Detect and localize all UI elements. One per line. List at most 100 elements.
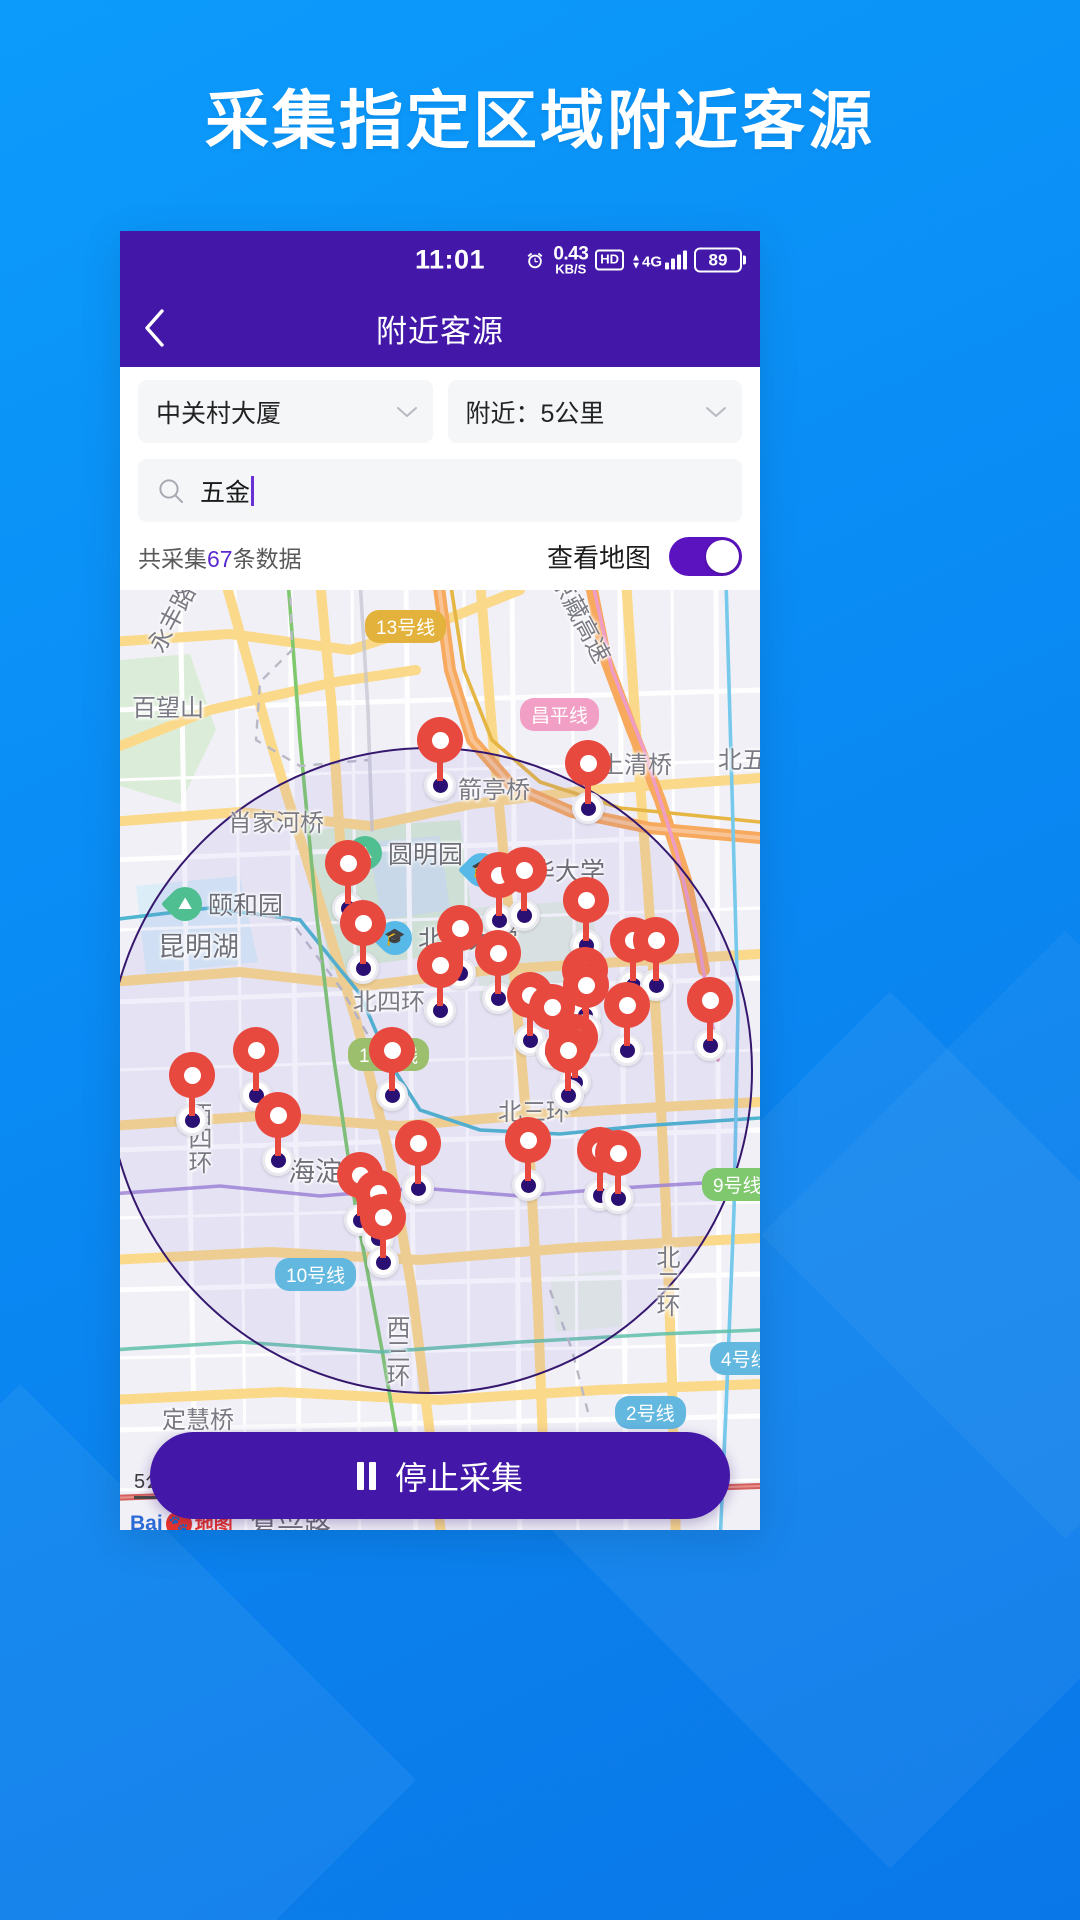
filter-row: 中关村大厦 附近：5公里 [138,380,742,443]
stop-collect-label: 停止采集 [394,1459,523,1496]
pin-head-icon [687,977,733,1023]
pin-head-icon [633,917,679,963]
pin-stem [521,891,527,911]
map-marker-pin[interactable] [255,1092,301,1156]
pin-head-icon [233,1027,279,1073]
pin-hole [519,1131,537,1149]
background-facet-mid [760,930,1080,1540]
metro-line-pill: 10号线 [275,1258,357,1291]
map-marker-pin[interactable] [340,900,386,964]
pin-stem [565,1071,571,1091]
pin-head-icon [545,1027,591,1073]
map-marker-pin[interactable] [563,877,609,941]
pin-stem [585,784,591,804]
pin-hole [339,854,357,872]
pin-hole [269,1106,287,1124]
map-marker-pin[interactable] [360,1194,406,1258]
pin-head-icon [565,740,611,786]
map-marker-pin[interactable] [233,1027,279,1091]
pin-stem [437,761,443,781]
stop-collect-button[interactable]: 停止采集 [150,1432,730,1519]
pin-hole [431,956,449,974]
status-indicators: 0.43 KB/S HD ▲ ▼ 4G 89 [524,245,746,276]
metro-line-pill: 昌平线 [520,698,600,731]
map-toggle-switch[interactable] [669,537,742,576]
network-type-icon: ▲ ▼ 4G [631,252,662,271]
pin-stem [380,1238,386,1258]
pin-stem [437,986,443,1006]
signal-bars-icon [665,250,687,270]
pin-head-icon [501,847,547,893]
search-icon [159,478,183,503]
pin-hole [247,1041,265,1059]
map-marker-pin[interactable] [604,982,650,1046]
pin-hole [701,991,719,1009]
pin-stem [525,1161,531,1181]
chevron-down-icon [396,406,417,417]
network-speed: 0.43 KB/S [553,245,588,276]
pin-hole [577,976,595,994]
pin-hole [354,914,372,932]
pin-hole [577,891,595,909]
pin-hole [374,1208,392,1226]
pin-stem [253,1071,259,1091]
map-marker-pin[interactable] [501,847,547,911]
pin-stem [583,921,589,941]
metro-line-pill: 4号线 [710,1342,760,1375]
map-marker-pin[interactable] [169,1052,215,1116]
baidu-wordmark: Bai [130,1511,163,1531]
pin-head-icon [325,840,371,886]
pin-hole [618,996,636,1014]
radius-select-value: 附近：5公里 [465,399,605,428]
metro-line-pill: 9号线 [702,1168,760,1201]
pin-hole [543,998,561,1016]
map-marker-pin[interactable] [545,1027,591,1091]
radius-select[interactable]: 附近：5公里 [447,380,742,443]
hd-badge: HD [595,249,625,271]
pin-hole [647,931,665,949]
page-headline: 采集指定区域附近客源 [205,85,875,157]
map-marker-pin[interactable] [633,917,679,981]
pin-hole [409,1134,427,1152]
metro-line-pill: 2号线 [615,1396,686,1429]
pin-head-icon [340,900,386,946]
pin-head-icon [369,1027,415,1073]
nav-bar: 附近客源 [120,289,760,367]
map-marker-pin[interactable] [505,1117,551,1181]
map-toggle-group: 查看地图 [547,537,742,576]
map-marker-pin[interactable] [395,1120,441,1184]
battery-level: 89 [694,247,742,273]
pin-head-icon [505,1117,551,1163]
pin-hole [431,731,449,749]
page-title: 附近客源 [376,313,504,349]
data-arrows-icon: ▲ ▼ [631,252,641,271]
pin-head-icon [417,717,463,763]
map-marker-pin[interactable] [687,977,733,1041]
pin-stem [624,1026,630,1046]
pin-hole [579,754,597,772]
pin-head-icon [595,1130,641,1176]
pin-stem [495,974,501,994]
pin-stem [189,1096,195,1116]
pin-stem [389,1071,395,1091]
signal-indicator: ▲ ▼ 4G [631,250,687,271]
text-cursor [251,475,255,506]
search-input[interactable]: 五金 [138,459,742,522]
map-view[interactable]: 永丰路百望山京藏高速上清桥北五环肖家河桥箭亭桥北四环昆明湖北三环西四环海淀区北二… [120,590,760,1530]
location-select[interactable]: 中关村大厦 [138,380,433,443]
pin-hole [383,1041,401,1059]
map-marker-pin[interactable] [369,1027,415,1091]
status-bar: 11:01 0.43 KB/S HD ▲ ▼ 4G 89 [120,231,760,289]
pin-head-icon [563,877,609,923]
map-marker-pin[interactable] [417,717,463,781]
map-marker-pin[interactable] [417,942,463,1006]
map-marker-pin[interactable] [565,740,611,804]
map-marker-pin[interactable] [595,1130,641,1194]
pin-stem [275,1136,281,1156]
pin-hole [559,1041,577,1059]
collected-prefix: 共采集 [138,545,207,572]
collected-count-text: 共采集67条数据 [138,540,302,574]
map-marker-pin[interactable] [325,840,371,904]
stats-row: 共采集67条数据 查看地图 [120,522,760,590]
pin-hole [515,861,533,879]
